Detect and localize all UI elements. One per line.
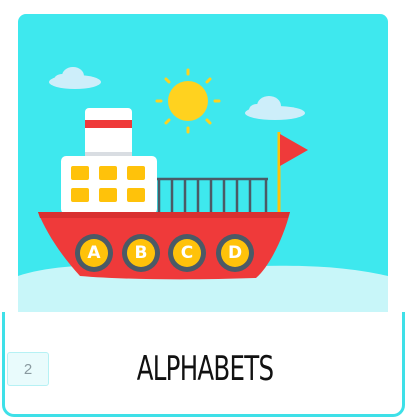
ship-illustration: A B C D: [18, 14, 388, 320]
alphabets-card[interactable]: A B C D 2 ALPHABETS: [0, 0, 407, 419]
porthole-b: B: [122, 234, 160, 272]
porthole-letter: D: [221, 239, 249, 267]
porthole-letter: A: [80, 239, 108, 267]
porthole-letter: C: [173, 239, 201, 267]
porthole-a: A: [75, 234, 113, 272]
porthole-letter: B: [127, 239, 155, 267]
porthole-d: D: [216, 234, 254, 272]
page-number-badge[interactable]: 2: [7, 352, 49, 386]
porthole-c: C: [168, 234, 206, 272]
card-title: ALPHABETS: [136, 349, 274, 389]
